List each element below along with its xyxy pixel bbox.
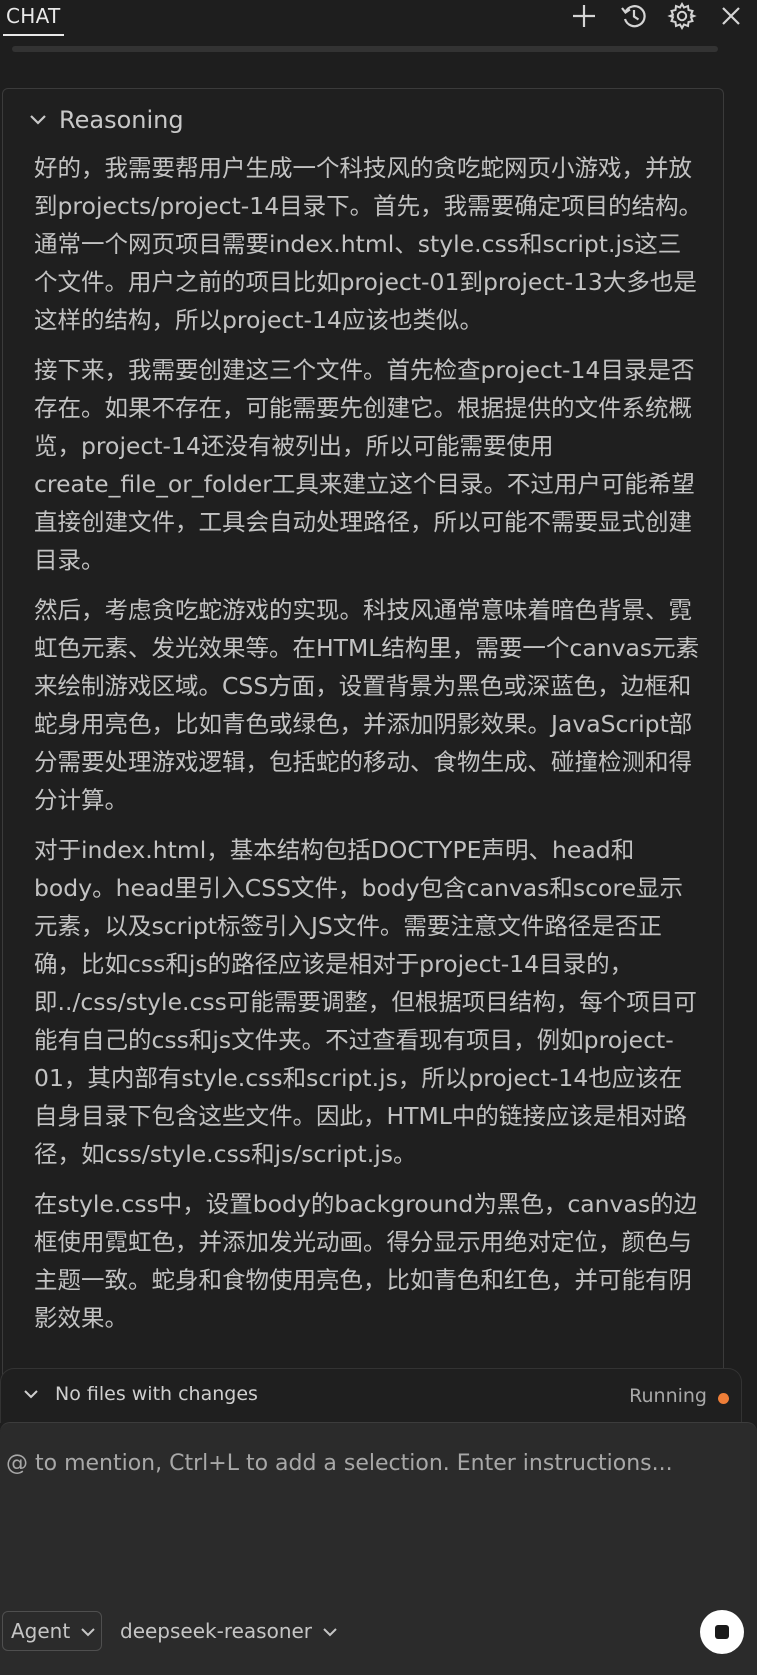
run-status-text: Running [629, 1385, 707, 1407]
reasoning-paragraph: 接下来，我需要创建这三个文件。首先检查project-14目录是否存在。如果不存… [34, 356, 695, 574]
close-button[interactable] [713, 0, 749, 32]
history-icon [620, 2, 648, 30]
gear-icon [667, 1, 697, 31]
model-select[interactable]: deepseek-reasoner [120, 1611, 338, 1651]
stop-button[interactable] [700, 1610, 744, 1654]
reasoning-paragraph: 对于index.html，基本结构包括DOCTYPE声明、head和body。h… [34, 836, 697, 1168]
reasoning-paragraph: 在style.css中，设置body的background为黑色，canvas的… [34, 1190, 698, 1332]
settings-button[interactable] [664, 0, 700, 32]
stop-icon [715, 1625, 729, 1639]
agent-mode-select[interactable]: Agent [2, 1611, 102, 1651]
chevron-down-icon [29, 111, 47, 130]
reasoning-paragraph: 好的，我需要帮用户生成一个科技风的贪吃蛇网页小游戏，并放到projects/pr… [34, 154, 703, 334]
changes-status-bar: No files with changes Running [0, 1368, 742, 1423]
scrollbar[interactable] [12, 46, 718, 52]
chat-header: CHAT [0, 0, 757, 36]
reasoning-card: Reasoning 好的，我需要帮用户生成一个科技风的贪吃蛇网页小游戏，并放到p… [2, 88, 724, 1399]
files-changes-toggle[interactable]: No files with changes [23, 1383, 258, 1405]
close-icon [720, 5, 742, 27]
chevron-down-icon [322, 1619, 338, 1643]
reasoning-title: Reasoning [59, 106, 184, 134]
tab-chat[interactable]: CHAT [3, 2, 64, 36]
plus-icon [571, 3, 597, 29]
history-button[interactable] [616, 0, 652, 32]
model-label: deepseek-reasoner [120, 1619, 313, 1643]
new-chat-button[interactable] [566, 0, 602, 32]
mode-label: Agent [11, 1619, 71, 1643]
chat-input[interactable]: @ to mention, Ctrl+L to add a selection.… [6, 1451, 746, 1476]
chevron-down-icon [80, 1619, 96, 1643]
chevron-down-icon [23, 1385, 39, 1404]
reasoning-text: 好的，我需要帮用户生成一个科技风的贪吃蛇网页小游戏，并放到projects/pr… [34, 149, 704, 1349]
files-changes-label: No files with changes [55, 1383, 258, 1405]
running-indicator-dot [718, 1393, 729, 1404]
reasoning-toggle[interactable]: Reasoning [29, 105, 184, 135]
reasoning-paragraph: 然后，考虑贪吃蛇游戏的实现。科技风通常意味着暗色背景、霓虹色元素、发光效果等。在… [34, 596, 700, 814]
chat-panel: CHAT Reasoning 好的，我需要帮用户生成一个科技风的贪吃蛇网页小游戏… [0, 0, 757, 1675]
chat-input-area: @ to mention, Ctrl+L to add a selection.… [0, 1422, 757, 1675]
